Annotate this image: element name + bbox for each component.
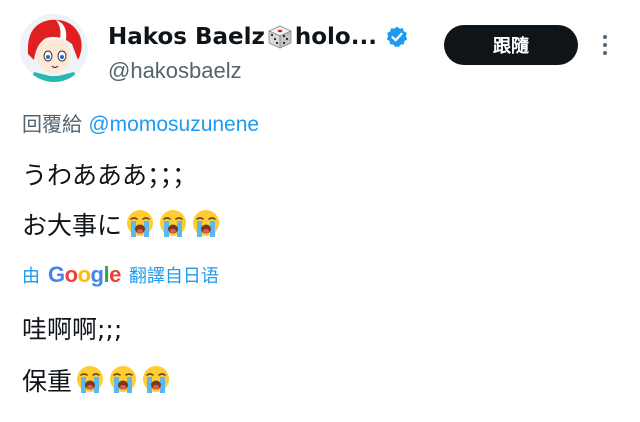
reply-mention-link[interactable]: @momosuzunene	[88, 113, 259, 136]
loudly-crying-face-emoji	[124, 208, 156, 240]
loudly-crying-face-emoji	[157, 208, 189, 240]
google-letter: G	[48, 262, 65, 287]
google-letter: o	[64, 262, 78, 287]
tweet-text: お大事に	[22, 211, 123, 240]
display-name-row[interactable]: Hakos Baelz holo...	[108, 24, 409, 50]
translated-text-line-1: 哇啊啊;;;	[22, 310, 122, 346]
follow-button[interactable]: 跟隨	[444, 25, 578, 65]
dice-icon	[267, 24, 293, 50]
user-handle[interactable]: @hakosbaelz	[108, 58, 242, 84]
loudly-crying-face-emoji	[140, 364, 172, 396]
crying-emoji-group	[74, 364, 173, 396]
translated-text-line-2: 保重	[22, 362, 173, 398]
verified-badge-icon	[385, 25, 409, 49]
reply-prefix: 回覆給	[22, 112, 82, 136]
google-letter: e	[109, 262, 121, 287]
tweet-text-line-2: お大事に	[22, 206, 223, 242]
loudly-crying-face-emoji	[190, 208, 222, 240]
loudly-crying-face-emoji	[107, 364, 139, 396]
avatar[interactable]	[20, 14, 88, 82]
loudly-crying-face-emoji	[74, 364, 106, 396]
google-logo: Google	[48, 262, 121, 288]
translated-text: 哇啊啊;;;	[22, 315, 123, 344]
translation-attribution[interactable]: 由 Google 翻譯自日语	[22, 262, 219, 288]
more-vertical-icon[interactable]	[600, 34, 610, 56]
display-name[interactable]: Hakos Baelz	[108, 24, 265, 50]
google-letter: g	[90, 262, 104, 287]
crying-emoji-group	[124, 208, 223, 240]
avatar-icon	[20, 14, 88, 82]
translation-by-label: 由	[22, 266, 40, 287]
tweet-text-line-1: うわあああ；；；	[22, 156, 197, 192]
reply-to-row: 回覆給 @momosuzunene	[22, 108, 259, 137]
google-letter: o	[77, 262, 91, 287]
translation-source-label[interactable]: 翻譯自日语	[129, 262, 219, 288]
translated-text: 保重	[22, 367, 73, 396]
display-name-suffix[interactable]: holo...	[295, 24, 377, 50]
tweet-text: うわあああ；；；	[22, 161, 198, 190]
